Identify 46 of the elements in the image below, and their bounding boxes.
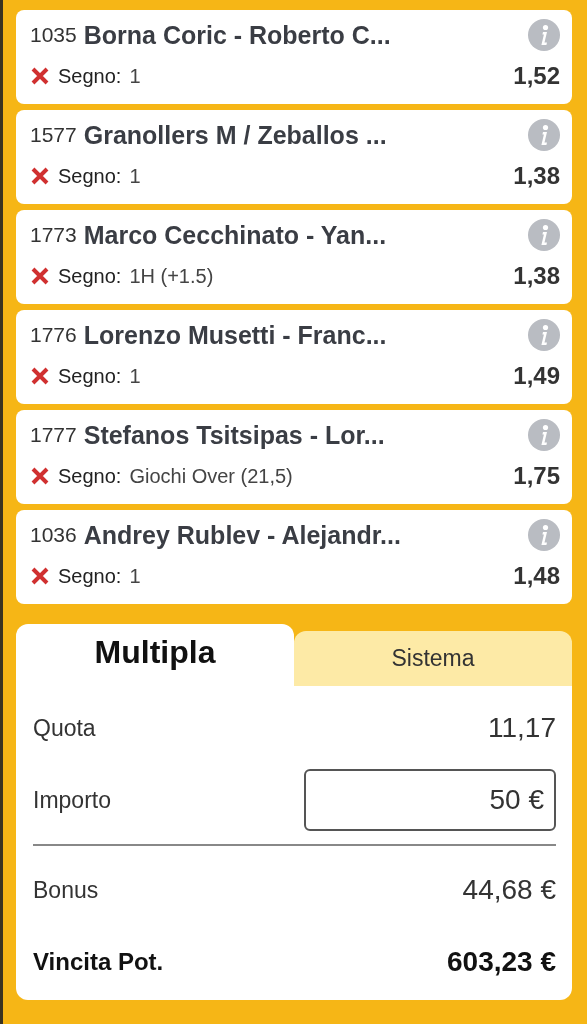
match-name: Andrey Rublev - Alejandr... <box>83 520 402 550</box>
info-icon[interactable] <box>528 419 560 451</box>
odds-value: 1,75 <box>513 462 560 490</box>
odds-value: 1,52 <box>513 62 560 90</box>
summary-value: 44,68 € <box>462 874 556 906</box>
odds-value: 1,48 <box>513 562 560 590</box>
event-code: 1777 <box>30 423 77 447</box>
pick-value: 1 <box>129 564 142 588</box>
event-code: 1035 <box>30 23 77 47</box>
info-icon[interactable] <box>528 19 560 51</box>
info-icon[interactable] <box>528 319 560 351</box>
match-name: Granollers M / Zeballos ... <box>83 120 388 150</box>
match-name: Borna Coric - Roberto C... <box>83 20 392 50</box>
summary-value: 603,23 € <box>447 946 556 978</box>
pick-value: 1 <box>129 364 142 388</box>
info-icon[interactable] <box>528 119 560 151</box>
pick-value: 1H (+1.5) <box>129 264 215 288</box>
event-code: 1773 <box>30 223 77 247</box>
summary-value: 11,17 <box>488 712 556 744</box>
summary-label: Quota <box>33 714 96 742</box>
amount-field[interactable]: 50 € <box>304 769 556 831</box>
pick-label: Segno: <box>58 464 122 488</box>
summary-label: Vincita Pot. <box>33 948 164 976</box>
match-name: Lorenzo Musetti - Franc... <box>83 320 388 350</box>
pick-label: Segno: <box>58 364 122 388</box>
pick-value: Giochi Over (21,5) <box>129 464 294 488</box>
pick-value: 1 <box>129 64 142 88</box>
info-icon[interactable] <box>528 219 560 251</box>
info-icon[interactable] <box>528 519 560 551</box>
pick-label: Segno: <box>58 264 122 288</box>
summary-label: Importo <box>33 786 111 814</box>
bet-type-tab[interactable]: Sistema <box>294 631 572 686</box>
pick-label: Segno: <box>58 164 122 188</box>
bet-type-tab[interactable]: Multipla <box>16 624 294 686</box>
odds-value: 1,38 <box>513 162 560 190</box>
event-code: 1036 <box>30 523 77 547</box>
summary-label: Bonus <box>33 876 99 904</box>
match-name: Stefanos Tsitsipas - Lor... <box>83 420 386 450</box>
pick-label: Segno: <box>58 564 122 588</box>
pick-label: Segno: <box>58 64 122 88</box>
event-code: 1776 <box>30 323 77 347</box>
match-name: Marco Cecchinato - Yan... <box>83 220 388 250</box>
odds-value: 1,49 <box>513 362 560 390</box>
odds-value: 1,38 <box>513 262 560 290</box>
pick-value: 1 <box>129 164 142 188</box>
event-code: 1577 <box>30 123 77 147</box>
